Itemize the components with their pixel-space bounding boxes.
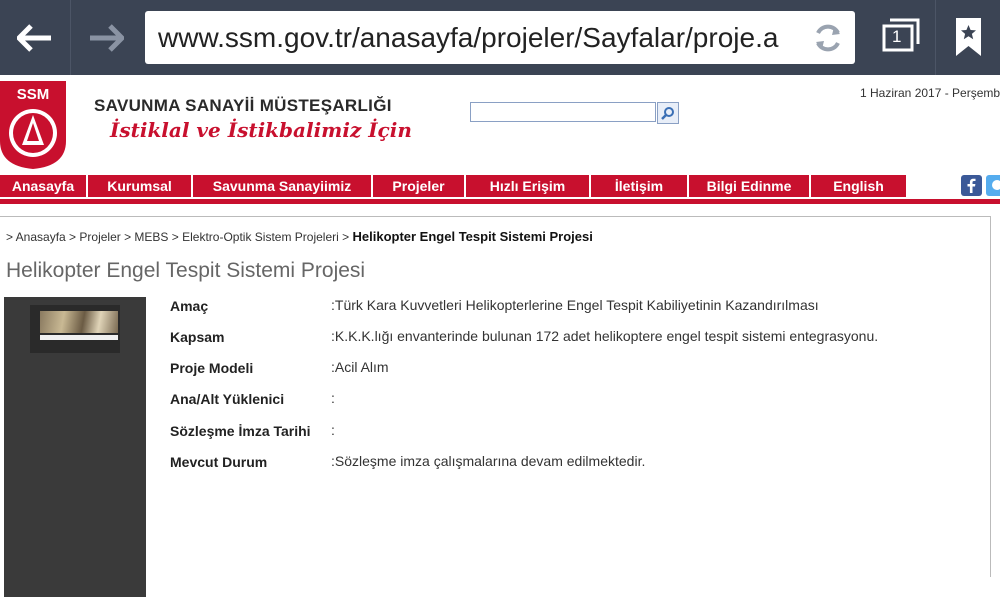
url-text[interactable]: www.ssm.gov.tr/anasayfa/projeler/Sayfala…: [158, 21, 798, 55]
nav-item-bilgi-edinme[interactable]: Bilgi Edinme: [689, 175, 809, 197]
detail-value: :Türk Kara Kuvvetleri Helikopterlerine E…: [331, 297, 819, 313]
thumbnail-caption-bar: [40, 335, 118, 340]
tab-count: 1: [892, 27, 902, 46]
reload-icon[interactable]: [811, 21, 845, 55]
detail-label: Mevcut Durum: [170, 454, 268, 470]
tabs-button[interactable]: 1: [870, 0, 930, 75]
logo-text: SSM: [17, 86, 50, 103]
detail-value: :Acil Alım: [331, 359, 389, 375]
search-icon: [661, 107, 674, 120]
breadcrumb: > Anasayfa > Projeler > MEBS > Elektro-O…: [6, 229, 593, 244]
organization-name: SAVUNMA SANAYİİ MÜSTEŞARLIĞI: [94, 96, 392, 115]
detail-value: :: [331, 390, 335, 406]
search-button[interactable]: [657, 102, 679, 124]
nav-item-hizli-erisim[interactable]: Hızlı Erişim: [466, 175, 589, 197]
project-thumbnail[interactable]: [30, 305, 120, 353]
content-area: > Anasayfa > Projeler > MEBS > Elektro-O…: [0, 216, 991, 597]
bookmark-button[interactable]: [935, 0, 1000, 75]
breadcrumb-path[interactable]: > Anasayfa > Projeler > MEBS > Elektro-O…: [6, 230, 349, 244]
nav-item-english[interactable]: English: [811, 175, 906, 197]
web-page: SSM SAVUNMA SANAYİİ MÜSTEŞARLIĞI İstikla…: [0, 75, 1000, 597]
back-button[interactable]: [0, 0, 70, 75]
forward-button[interactable]: [70, 0, 141, 75]
main-navigation: Anasayfa Kurumsal Savunma Sanayiimiz Pro…: [0, 175, 908, 197]
twitter-icon[interactable]: [986, 175, 1000, 196]
detail-value: :Sözleşme imza çalışmalarına devam edilm…: [331, 453, 646, 469]
facebook-icon[interactable]: [961, 175, 982, 196]
bookmark-icon: [956, 18, 981, 56]
back-arrow-icon: [17, 23, 51, 52]
nav-item-kurumsal[interactable]: Kurumsal: [88, 175, 191, 197]
nav-item-projeler[interactable]: Projeler: [373, 175, 464, 197]
detail-label: Amaç: [170, 298, 209, 314]
helicopter-image: [40, 311, 118, 333]
search-input[interactable]: [470, 102, 656, 122]
current-date: 1 Haziran 2017 - Perşembe: [860, 86, 1000, 100]
detail-label: Proje Modeli: [170, 360, 254, 376]
browser-toolbar: www.ssm.gov.tr/anasayfa/projeler/Sayfala…: [0, 0, 1000, 75]
address-bar[interactable]: www.ssm.gov.tr/anasayfa/projeler/Sayfala…: [145, 11, 855, 64]
breadcrumb-current: Helikopter Engel Tespit Sistemi Projesi: [352, 229, 593, 244]
detail-value: :: [331, 422, 335, 438]
nav-item-anasayfa[interactable]: Anasayfa: [0, 175, 86, 197]
header-divider: [0, 199, 1000, 204]
motto: İstiklal ve İstikbalimiz İçin: [110, 118, 412, 142]
nav-item-iletisim[interactable]: İletişim: [591, 175, 687, 197]
forward-arrow-icon: [90, 23, 124, 52]
detail-value: :K.K.K.lığı envanterinde bulunan 172 ade…: [331, 328, 879, 344]
detail-label: Ana/Alt Yüklenici: [170, 391, 285, 407]
page-title: Helikopter Engel Tespit Sistemi Projesi: [6, 259, 366, 282]
image-panel: [4, 297, 146, 597]
nav-item-savunma-sanayiimiz[interactable]: Savunma Sanayiimiz: [193, 175, 371, 197]
detail-label: Sözleşme İmza Tarihi: [170, 423, 311, 439]
ssm-logo[interactable]: SSM: [0, 81, 66, 169]
detail-label: Kapsam: [170, 329, 225, 345]
